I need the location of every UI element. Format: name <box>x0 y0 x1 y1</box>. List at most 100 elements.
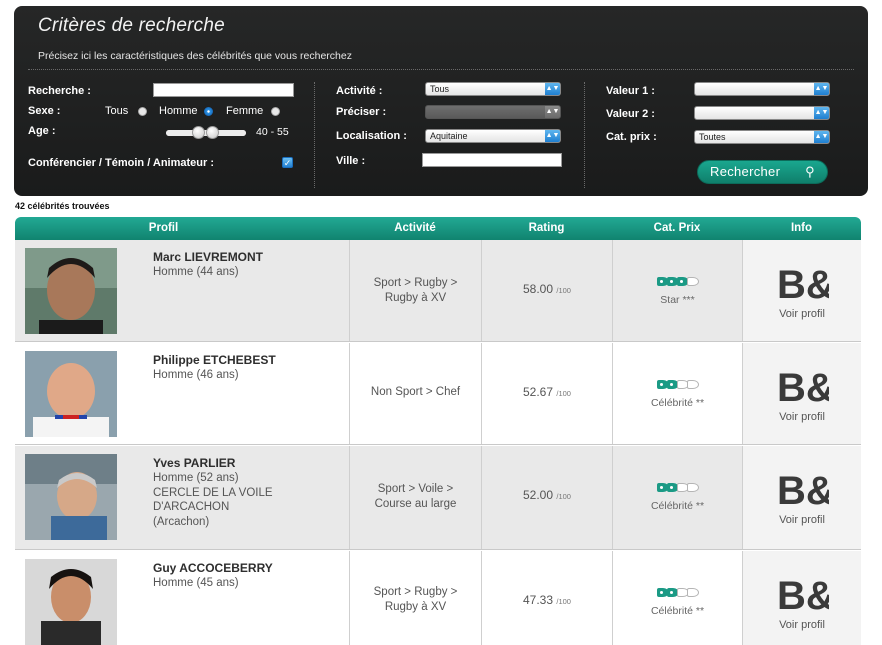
profile-photo[interactable] <box>25 351 117 437</box>
results-count: 42 célébrités trouvées <box>15 201 110 211</box>
conferencier-checkbox[interactable]: ✓ <box>282 157 293 168</box>
catprix-select[interactable]: Toutes ▲▼ <box>694 130 830 144</box>
info-cell: B&C Voir profil <box>742 343 861 444</box>
price-tag-icon <box>686 483 699 492</box>
activity-cell: Non Sport > Chef <box>349 343 481 444</box>
profile-name[interactable]: Guy ACCOCEBERRY <box>153 561 273 575</box>
table-header: Profil Activité Rating Cat. Prix Info <box>15 217 861 240</box>
photo-cell <box>15 551 131 645</box>
localisation-select-value: Aquitaine <box>430 131 468 141</box>
profile-photo[interactable] <box>25 559 117 645</box>
photo-cell <box>15 240 131 341</box>
voir-profil-link[interactable]: Voir profil <box>743 619 861 631</box>
category-label: Célébrité ** <box>650 500 705 512</box>
age-label: Age : <box>28 125 56 137</box>
ville-label: Ville : <box>336 155 366 167</box>
svg-text:B&C: B&C <box>777 574 829 615</box>
catprix-label: Cat. prix : <box>606 131 657 143</box>
activite-select[interactable]: Tous ▲▼ <box>425 82 561 96</box>
price-tags <box>613 376 742 390</box>
search-panel: Critères de recherche Précisez ici les c… <box>14 6 868 196</box>
profile-cell: Guy ACCOCEBERRY Homme (45 ans) <box>131 551 349 645</box>
table-row: Philippe ETCHEBEST Homme (46 ans) Non Sp… <box>15 343 861 445</box>
voir-profil-link[interactable]: Voir profil <box>743 514 861 526</box>
table-row: Yves PARLIER Homme (52 ans) CERCLE DE LA… <box>15 446 861 550</box>
bc-logo-icon[interactable]: B&C <box>777 571 829 615</box>
select-arrows-icon: ▲▼ <box>814 131 829 143</box>
panel-divider <box>28 69 854 70</box>
localisation-select[interactable]: Aquitaine ▲▼ <box>425 129 561 143</box>
ville-input[interactable] <box>422 153 562 167</box>
photo-cell <box>15 446 131 549</box>
age-slider-min-handle[interactable] <box>192 126 205 139</box>
activity-text: Sport > Rugby > Rugby à XV <box>373 277 458 304</box>
preciser-label: Préciser : <box>336 106 387 118</box>
preciser-select[interactable]: ▲▼ <box>425 105 561 119</box>
activite-label: Activité : <box>336 85 383 97</box>
bc-logo-icon[interactable]: B&C <box>777 466 829 510</box>
rating-cell: 52.00 /100 <box>481 446 612 549</box>
category-cell: Star *** <box>612 240 742 341</box>
profile-detail: Homme (52 ans) CERCLE DE LA VOILE D'ARCA… <box>153 472 273 528</box>
sexe-label: Sexe : <box>28 105 61 117</box>
price-tags <box>613 273 742 287</box>
search-icon: ⚲ <box>805 164 815 179</box>
svg-text:B&C: B&C <box>777 469 829 510</box>
rating-cell: 47.33 /100 <box>481 551 612 645</box>
profile-photo[interactable] <box>25 454 117 540</box>
profile-name[interactable]: Marc LIEVREMONT <box>153 250 263 264</box>
valeur2-label: Valeur 2 : <box>606 108 655 120</box>
profile-name[interactable]: Yves PARLIER <box>153 456 235 470</box>
column-divider <box>314 82 315 188</box>
profile-detail: Homme (46 ans) <box>153 369 239 381</box>
activity-text: Sport > Voile > Course au large <box>374 483 457 510</box>
valeur2-select[interactable]: ▲▼ <box>694 106 830 120</box>
profile-photo[interactable] <box>25 248 117 334</box>
profile-cell: Marc LIEVREMONT Homme (44 ans) <box>131 240 349 341</box>
table-row: Marc LIEVREMONT Homme (44 ans) Sport > R… <box>15 240 861 342</box>
activity-cell: Sport > Voile > Course au large <box>349 446 481 549</box>
recherche-input[interactable] <box>153 83 294 97</box>
category-cell: Célébrité ** <box>612 551 742 645</box>
catprix-select-value: Toutes <box>699 132 726 142</box>
category-label: Star *** <box>660 294 695 306</box>
profile-detail: Homme (44 ans) <box>153 266 239 278</box>
photo-cell <box>15 343 131 444</box>
activite-select-value: Tous <box>430 84 450 94</box>
bc-logo-icon[interactable]: B&C <box>777 363 829 407</box>
voir-profil-link[interactable]: Voir profil <box>743 411 861 423</box>
rating-cell: 52.67 /100 <box>481 343 612 444</box>
rating-value: 52.67 /100 <box>523 385 571 399</box>
search-button[interactable]: Rechercher ⚲ <box>697 160 828 184</box>
category-label: Célébrité ** <box>650 397 705 409</box>
svg-text:B&C: B&C <box>777 263 829 304</box>
info-cell: B&C Voir profil <box>742 551 861 645</box>
panel-subtitle: Précisez ici les caractéristiques des cé… <box>38 50 352 62</box>
rating-value: 47.33 /100 <box>523 593 571 607</box>
select-arrows-icon: ▲▼ <box>545 130 560 142</box>
conferencier-label: Conférencier / Témoin / Animateur : <box>28 157 215 169</box>
age-slider-max-handle[interactable] <box>206 126 219 139</box>
header-rating: Rating <box>528 222 565 234</box>
sexe-option-tous: Tous <box>105 105 129 117</box>
activity-text: Non Sport > Chef <box>370 386 461 398</box>
select-arrows-icon: ▲▼ <box>545 106 560 118</box>
price-tag-icon <box>686 380 699 389</box>
header-info: Info <box>790 222 813 234</box>
sexe-radio-tous[interactable] <box>138 107 147 116</box>
sexe-radio-femme[interactable] <box>271 107 280 116</box>
select-arrows-icon: ▲▼ <box>545 83 560 95</box>
price-tags <box>613 479 742 493</box>
sexe-option-femme: Femme <box>226 105 264 117</box>
age-slider[interactable] <box>166 126 246 139</box>
recherche-label: Recherche : <box>28 85 91 97</box>
valeur1-select[interactable]: ▲▼ <box>694 82 830 96</box>
category-label: Célébrité ** <box>650 605 705 617</box>
profile-name[interactable]: Philippe ETCHEBEST <box>153 353 276 367</box>
sexe-radio-homme[interactable] <box>204 107 213 116</box>
header-profil: Profil <box>148 222 179 234</box>
voir-profil-link[interactable]: Voir profil <box>743 308 861 320</box>
localisation-label: Localisation : <box>336 130 407 142</box>
sexe-option-homme: Homme <box>159 105 198 117</box>
bc-logo-icon[interactable]: B&C <box>777 260 829 304</box>
